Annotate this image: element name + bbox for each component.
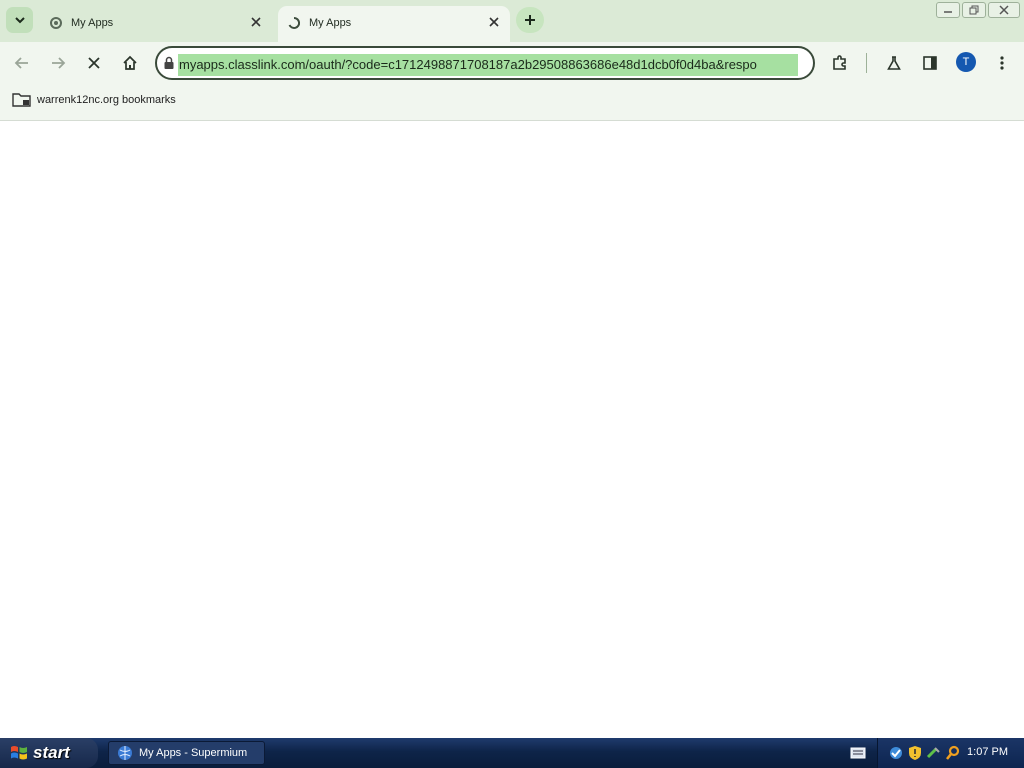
search-icon[interactable] <box>945 745 961 761</box>
tab-title: My Apps <box>309 17 352 29</box>
system-tray: 1:07 PM <box>877 738 1024 768</box>
safely-remove-icon[interactable] <box>926 745 942 761</box>
tab-search-button[interactable] <box>6 7 33 33</box>
puzzle-icon <box>833 55 846 70</box>
labs-button[interactable] <box>882 51 906 75</box>
side-panel-icon <box>923 56 937 70</box>
home-icon <box>123 55 137 70</box>
page-content <box>0 121 1024 738</box>
minimize-icon <box>944 11 952 13</box>
stop-icon <box>88 57 100 69</box>
network-icon[interactable] <box>888 745 904 761</box>
loading-spinner-icon <box>50 17 62 29</box>
browser-toolbar: myapps.classlink.com/oauth/?code=c171249… <box>0 42 1024 84</box>
lock-icon[interactable] <box>163 56 175 70</box>
windows-logo-icon <box>11 746 27 760</box>
forward-arrow-icon <box>52 57 66 69</box>
flask-icon <box>887 56 901 70</box>
window-controls <box>936 2 1020 18</box>
text-cursor-icon <box>295 60 297 68</box>
tab-my-apps-2[interactable]: My Apps <box>278 6 510 42</box>
close-window-button[interactable] <box>988 2 1020 18</box>
restore-button[interactable] <box>962 2 986 18</box>
back-button[interactable] <box>10 51 34 75</box>
folder-icon <box>12 93 31 107</box>
url-text[interactable]: myapps.classlink.com/oauth/?code=c171249… <box>178 54 798 76</box>
kebab-menu-icon <box>1000 56 1004 70</box>
chevron-down-icon <box>14 17 25 24</box>
start-label: start <box>33 743 70 762</box>
stop-loading-button[interactable] <box>82 51 106 75</box>
browser-chrome: My Apps My Apps myapps.classlink.com/oau… <box>0 0 1024 121</box>
keyboard-icon[interactable] <box>850 746 866 760</box>
minimize-button[interactable] <box>936 2 960 18</box>
extensions-button[interactable] <box>828 51 852 75</box>
plus-icon <box>525 15 535 25</box>
home-button[interactable] <box>118 51 142 75</box>
taskbar-item-my-apps[interactable]: My Apps - Supermium <box>108 741 265 765</box>
close-tab-icon[interactable] <box>248 14 264 30</box>
clock[interactable]: 1:07 PM <box>967 746 1008 758</box>
address-bar[interactable]: myapps.classlink.com/oauth/?code=c171249… <box>155 46 815 80</box>
menu-button[interactable] <box>990 51 1014 75</box>
loading-spinner-icon <box>288 16 301 29</box>
bookmarks-bar: warrenk12nc.org bookmarks <box>0 84 1024 121</box>
browser-icon <box>118 746 132 760</box>
taskbar-item-label: My Apps - Supermium <box>139 747 248 759</box>
bookmark-folder[interactable]: warrenk12nc.org bookmarks <box>12 93 176 107</box>
side-panel-button[interactable] <box>918 51 942 75</box>
taskbar: start My Apps - Supermium 1:07 PM <box>0 738 1024 768</box>
forward-button[interactable] <box>46 51 70 75</box>
tab-my-apps-1[interactable]: My Apps <box>40 6 272 42</box>
back-arrow-icon <box>14 57 28 69</box>
profile-avatar[interactable]: T <box>956 52 976 72</box>
tab-title: My Apps <box>71 17 114 29</box>
start-button[interactable]: start <box>0 738 98 768</box>
security-shield-icon[interactable] <box>907 745 923 761</box>
new-tab-button[interactable] <box>516 7 544 33</box>
close-tab-icon[interactable] <box>486 14 502 30</box>
close-icon <box>999 5 1009 15</box>
restore-icon <box>969 5 979 15</box>
tab-strip: My Apps My Apps <box>0 0 1024 42</box>
bookmark-label: warrenk12nc.org bookmarks <box>37 94 176 106</box>
toolbar-separator <box>866 53 867 73</box>
